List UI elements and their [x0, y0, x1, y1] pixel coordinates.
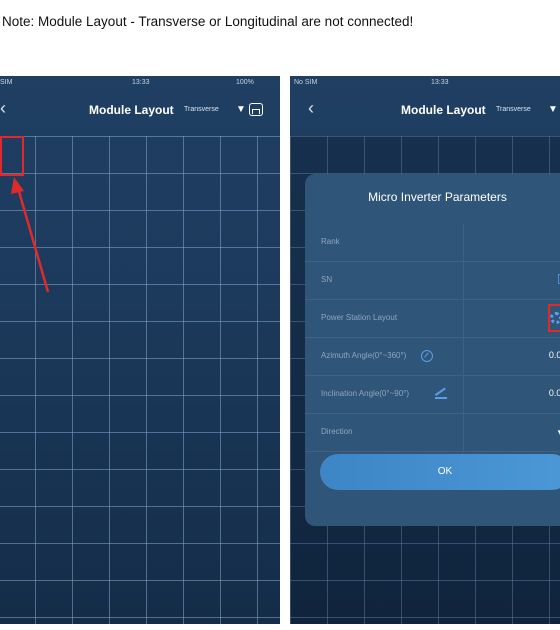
note-text: Note: Module Layout - Transverse or Long…: [2, 14, 414, 29]
power-station-layout-label: Power Station Layout: [321, 313, 398, 322]
arrow-annotation: [11, 177, 50, 293]
status-time: 13:33: [431, 79, 449, 86]
azimuth-input[interactable]: 0.00°: [549, 350, 560, 360]
back-icon[interactable]: ‹: [308, 99, 314, 117]
status-time: 13:33: [132, 79, 150, 86]
direction-dropdown-icon[interactable]: ▼: [556, 428, 560, 437]
compass-icon: [421, 350, 433, 362]
ok-button[interactable]: OK: [320, 454, 560, 490]
sn-label: SN: [321, 275, 333, 284]
azimuth-row: Azimuth Angle(0°~360°) 0.00°: [305, 338, 560, 376]
dialog-title: Micro Inverter Parameters: [368, 190, 507, 204]
inclination-row: Inclination Angle(0°~90°) 0.00°: [305, 376, 560, 414]
sn-row: SN: [305, 262, 560, 300]
page-title: Module Layout: [89, 103, 174, 117]
layout-mode-select[interactable]: Transverse: [184, 106, 219, 113]
status-bar: No SIM 13:33: [290, 76, 560, 90]
carrier: No SIM: [294, 79, 318, 86]
save-icon[interactable]: [249, 103, 263, 116]
caret-down-icon[interactable]: ▼: [236, 105, 246, 115]
page-title: Module Layout: [401, 103, 486, 117]
azimuth-label: Azimuth Angle(0°~360°): [321, 351, 407, 360]
rank-row: Rank 1: [305, 224, 560, 262]
power-station-layout-row: Power Station Layout: [305, 300, 560, 338]
micro-inverter-dialog: Micro Inverter Parameters Rank 1 SN Powe…: [305, 174, 560, 526]
direction-label: Direction: [321, 427, 353, 436]
inclination-icon: [435, 388, 447, 399]
caret-down-icon[interactable]: ▼: [548, 105, 558, 115]
highlight-box: [548, 304, 560, 332]
inclination-label: Inclination Angle(0°~90°): [321, 389, 410, 398]
inclination-input[interactable]: 0.00°: [549, 388, 560, 398]
direction-row: Direction ▼: [305, 414, 560, 452]
rank-label: Rank: [321, 237, 340, 246]
layout-mode-select[interactable]: Transverse: [496, 106, 531, 113]
right-phone-screen: No SIM 13:33 ‹ Module Layout Transverse …: [290, 76, 560, 624]
nav-bar: ‹ Module Layout Transverse ▼: [290, 90, 560, 128]
battery-level: 100%: [236, 79, 254, 86]
